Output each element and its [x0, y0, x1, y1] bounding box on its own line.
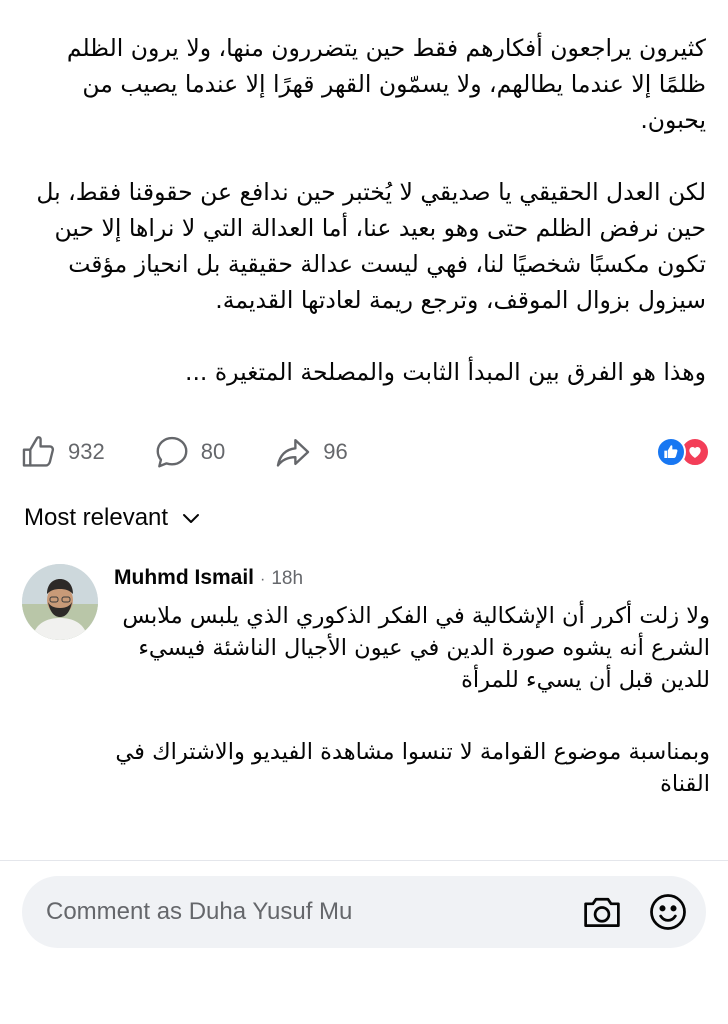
comment-bubble-icon — [153, 433, 191, 471]
share-arrow-icon — [273, 433, 313, 471]
comment-author[interactable]: Muhmd Ismail — [114, 566, 254, 590]
comment-header: Muhmd Ismail · 18h — [114, 566, 303, 590]
divider — [0, 860, 728, 861]
share-count: 96 — [323, 439, 348, 464]
post-paragraph-1: كثيرون يراجعون أفكارهم فقط حين يتضررون م… — [66, 34, 706, 134]
like-count: 932 — [68, 439, 105, 464]
comment-separator: · — [260, 571, 266, 588]
like-reaction-icon — [656, 437, 686, 467]
comment-timestamp[interactable]: 18h — [271, 568, 303, 590]
sort-label: Most relevant — [24, 504, 169, 531]
comment-sort-dropdown[interactable]: Most relevant — [24, 500, 200, 536]
comment-text: ولا زلت أكرر أن الإشكالية في الفكر الذكو… — [114, 600, 710, 800]
camera-icon[interactable] — [580, 892, 624, 932]
comment-count: 80 — [200, 439, 226, 464]
thumbs-up-icon — [20, 433, 58, 471]
chevron-down-icon — [168, 504, 200, 532]
emoji-icon[interactable] — [646, 890, 690, 934]
comment-composer — [22, 876, 706, 948]
post-paragraph-2: لكن العدل الحقيقي يا صديقي لا يُختبر حين… — [36, 178, 706, 314]
comment-button[interactable]: 80 — [153, 433, 225, 471]
post-paragraph-3: وهذا هو الفرق بين المبدأ الثابت والمصلحة… — [184, 358, 706, 386]
comment-paragraph-2: وبمناسبة موضوع القوامة لا تنسوا مشاهدة ا… — [115, 739, 710, 797]
share-button[interactable]: 96 — [273, 433, 348, 471]
like-button[interactable]: 932 — [20, 433, 105, 471]
comment-paragraph-1: ولا زلت أكرر أن الإشكالية في الفكر الذكو… — [122, 603, 710, 693]
post-actions-bar: 932 80 96 — [20, 430, 710, 474]
comment-input[interactable] — [46, 898, 558, 926]
post-body: كثيرون يراجعون أفكارهم فقط حين يتضررون م… — [22, 30, 706, 390]
reaction-summary[interactable] — [656, 437, 710, 467]
avatar[interactable] — [22, 564, 98, 640]
